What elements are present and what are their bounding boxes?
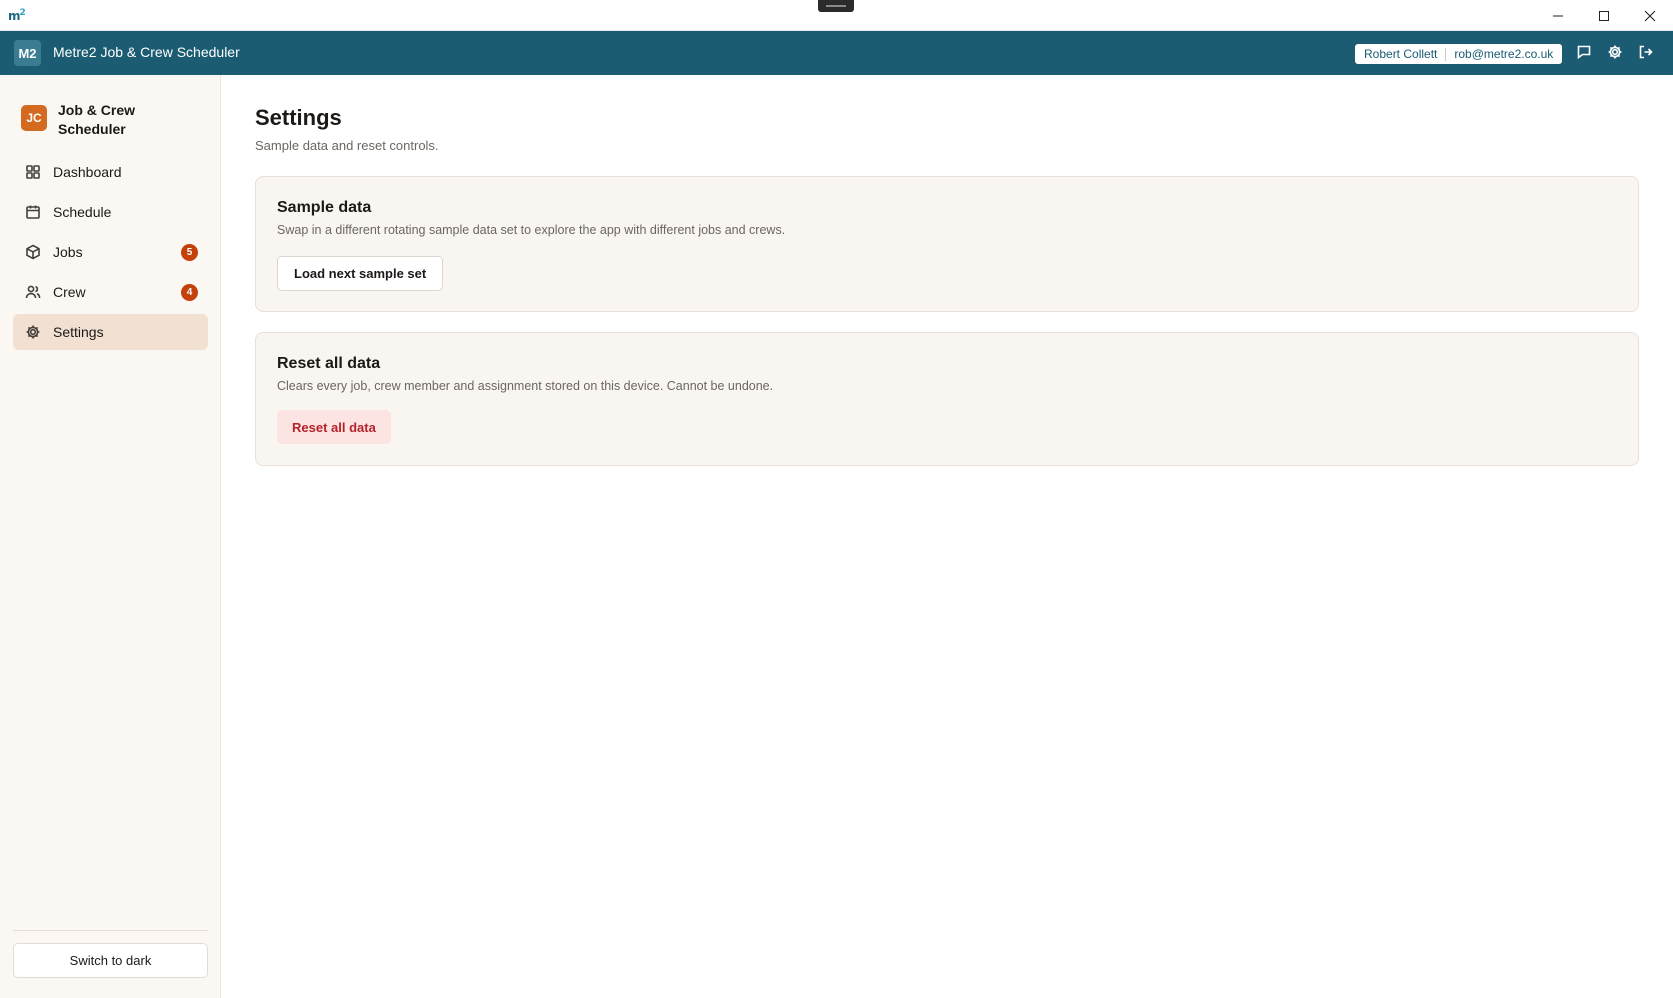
brand-badge: JC — [21, 105, 47, 131]
drag-handle[interactable] — [818, 0, 854, 12]
chat-icon — [1577, 45, 1591, 60]
user-pill-divider — [1445, 47, 1447, 61]
app-window: m2 M2 Metre2 Job & Crew Scheduler Robert… — [0, 0, 1673, 998]
gear-icon — [26, 325, 40, 339]
sample-data-card: Sample data Swap in a different rotating… — [255, 176, 1639, 312]
user-name: Robert Collett — [1364, 47, 1438, 61]
app-title: Metre2 Job & Crew Scheduler — [53, 44, 240, 60]
minimize-icon — [1553, 15, 1563, 16]
sidebar-item-dashboard[interactable]: Dashboard — [13, 154, 208, 190]
window-titlebar: m2 — [0, 0, 1673, 31]
minimize-button[interactable] — [1535, 0, 1581, 31]
sidebar-item-settings[interactable]: Settings — [13, 314, 208, 350]
sidebar-item-label: Crew — [53, 284, 86, 300]
sample-data-description: Swap in a different rotating sample data… — [277, 223, 786, 237]
gear-icon — [1608, 45, 1622, 59]
sidebar-nav: Dashboard Schedule Jobs 5 Crew 4 Setting… — [13, 154, 208, 354]
close-button[interactable] — [1627, 0, 1673, 31]
user-pill[interactable]: Robert Collett rob@metre2.co.uk — [1355, 44, 1563, 64]
calendar-icon — [26, 205, 40, 219]
maximize-icon — [1599, 10, 1609, 21]
reset-data-description: Clears every job, crew member and assign… — [277, 379, 774, 393]
app-logo-sup: 2 — [19, 8, 26, 18]
brand-name: Job & Crew Scheduler — [58, 102, 136, 137]
dashboard-icon — [26, 165, 40, 179]
sidebar: JC Job & Crew Scheduler Dashboard Schedu… — [0, 75, 221, 998]
sidebar-item-crew[interactable]: Crew 4 — [13, 274, 208, 310]
jobs-count-badge: 5 — [181, 244, 198, 261]
sidebar-brand: JC Job & Crew Scheduler — [21, 101, 153, 139]
sidebar-item-label: Dashboard — [53, 164, 122, 180]
logout-icon — [1639, 45, 1653, 59]
close-icon — [1644, 10, 1656, 21]
reset-data-card: Reset all data Clears every job, crew me… — [255, 332, 1639, 466]
sample-data-title: Sample data — [277, 199, 372, 216]
sidebar-item-label: Jobs — [53, 244, 83, 260]
sidebar-item-jobs[interactable]: Jobs 5 — [13, 234, 208, 270]
header-settings-button[interactable] — [1607, 44, 1625, 62]
reset-all-data-button[interactable]: Reset all data — [277, 410, 391, 444]
user-email: rob@metre2.co.uk — [1454, 47, 1554, 61]
load-next-sample-button[interactable]: Load next sample set — [277, 256, 444, 291]
sidebar-item-schedule[interactable]: Schedule — [13, 194, 208, 230]
box-icon — [26, 244, 40, 260]
switch-theme-button[interactable]: Switch to dark — [13, 943, 208, 978]
chat-button[interactable] — [1576, 44, 1594, 62]
crew-count-badge: 4 — [181, 284, 198, 301]
sidebar-item-label: Settings — [53, 324, 104, 340]
page-subtitle: Sample data and reset controls. — [255, 138, 439, 153]
reset-data-title: Reset all data — [277, 355, 381, 372]
logout-button[interactable] — [1638, 44, 1656, 62]
page-title: Settings — [255, 105, 342, 130]
app-logo: m2 — [8, 8, 26, 23]
sidebar-divider — [13, 930, 208, 931]
app-header: M2 Metre2 Job & Crew Scheduler Robert Co… — [0, 31, 1673, 75]
maximize-button[interactable] — [1581, 0, 1627, 31]
users-icon — [25, 285, 41, 299]
app-badge: M2 — [14, 40, 41, 66]
app-logo-text: m — [8, 9, 20, 23]
sidebar-item-label: Schedule — [53, 204, 112, 220]
